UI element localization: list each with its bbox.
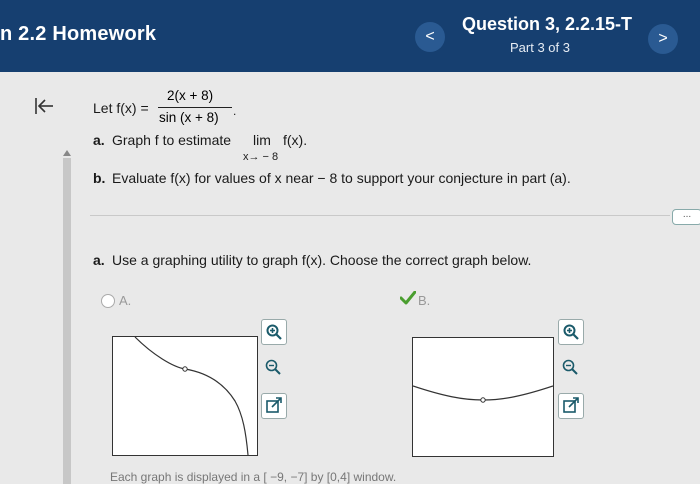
checkmark-icon[interactable] [399, 290, 417, 305]
zoom-in-icon [563, 324, 579, 340]
graph-b [412, 337, 554, 457]
graph-a-zoom-in-button[interactable] [261, 319, 287, 345]
limit-subscript: x→ − 8 [243, 151, 279, 163]
limit-word: lim [253, 132, 271, 148]
let-text: Let f(x) = [93, 100, 149, 116]
option-a-radio[interactable] [101, 294, 115, 308]
graph-a-open-external-button[interactable] [261, 393, 287, 419]
assignment-title: n 2.2 Homework [0, 23, 157, 45]
fraction-denominator: sin (x + 8) [159, 110, 219, 125]
fraction-numerator: 2(x + 8) [167, 88, 214, 103]
left-scrollbar[interactable] [63, 158, 71, 484]
part-a-prefix: a. [93, 132, 105, 148]
graph-b-zoom-in-button[interactable] [558, 319, 584, 345]
collapse-back-icon[interactable] [34, 96, 54, 121]
fraction-bar [158, 107, 232, 108]
section-divider [90, 215, 670, 216]
part-indicator: Part 3 of 3 [510, 40, 570, 55]
zoom-in-icon [266, 324, 282, 340]
question-title: Question 3, 2.2.15-T [462, 14, 633, 34]
external-link-icon [266, 397, 282, 413]
more-options-button[interactable]: ... [672, 209, 700, 225]
part-a-text: Graph f to estimate [112, 132, 232, 148]
external-link-icon [563, 397, 579, 413]
part-b-prefix: b. [93, 170, 106, 186]
graph-b-open-external-button[interactable] [558, 393, 584, 419]
question-text: Use a graphing utility to graph f(x). Ch… [112, 252, 532, 268]
graph-a-zoom-out-button[interactable] [261, 355, 285, 379]
scroll-up-arrow-icon[interactable] [63, 150, 71, 156]
graph-a [112, 336, 258, 456]
option-a-label: A. [119, 293, 132, 308]
option-b-label: B. [418, 293, 431, 308]
denominator-suffix: . [233, 104, 237, 118]
graph-b-hole [480, 397, 486, 403]
question-prefix: a. [93, 252, 105, 268]
graph-a-curve [134, 337, 249, 455]
next-question-button[interactable]: > [648, 24, 678, 54]
part-b-text: Evaluate f(x) for values of x near − 8 t… [112, 170, 571, 186]
graph-b-zoom-out-button[interactable] [558, 355, 582, 379]
graph-window-caption: Each graph is displayed in a [ −9, −7] b… [110, 470, 397, 484]
previous-question-button[interactable]: < [415, 22, 445, 52]
graph-a-hole [182, 366, 188, 372]
zoom-out-icon [265, 359, 281, 375]
header-bar: n 2.2 Homework < Question 3, 2.2.15-T Pa… [0, 0, 700, 72]
limit-function: f(x). [283, 132, 308, 148]
zoom-out-icon [562, 359, 578, 375]
